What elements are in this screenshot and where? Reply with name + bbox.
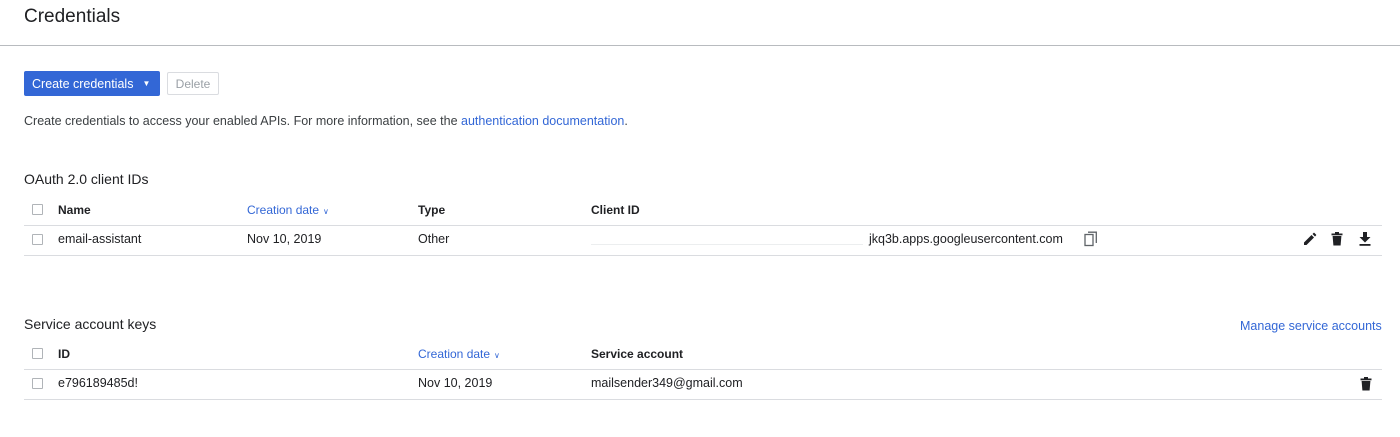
service-header-creation-date-label: Creation date	[418, 347, 491, 361]
create-credentials-label: Create credentials	[32, 76, 134, 91]
oauth-select-all-checkbox[interactable]	[32, 204, 43, 215]
oauth-row-divider	[24, 255, 1382, 256]
info-text: Create credentials to access your enable…	[24, 114, 628, 128]
service-header-account[interactable]: Service account	[591, 347, 683, 361]
oauth-section-title: OAuth 2.0 client IDs	[24, 171, 149, 187]
caret-down-icon: ▼	[142, 79, 151, 88]
service-header-id[interactable]: ID	[58, 347, 70, 361]
service-section-title: Service account keys	[24, 316, 157, 332]
oauth-client-id: jkq3b.apps.googleusercontent.com	[869, 232, 1063, 246]
table-row[interactable]: email-assistant Nov 10, 2019 Other jkq3b…	[24, 226, 1382, 255]
delete-button[interactable]: Delete	[167, 72, 219, 95]
info-message: Create credentials to access your enable…	[24, 114, 462, 128]
oauth-header-name[interactable]: Name	[58, 203, 91, 217]
service-account-email: mailsender349@gmail.com	[591, 376, 743, 390]
oauth-header-creation-date-label: Creation date	[247, 203, 320, 217]
oauth-name[interactable]: email-assistant	[58, 232, 141, 246]
delete-icon[interactable]	[1360, 377, 1372, 391]
service-header-creation-date[interactable]: Creation date ∨	[418, 347, 500, 361]
redacted-client-id-prefix	[591, 244, 863, 245]
oauth-header-creation-date[interactable]: Creation date ∨	[247, 203, 329, 217]
row-checkbox[interactable]	[32, 234, 43, 245]
info-suffix: .	[624, 114, 628, 128]
edit-icon[interactable]	[1303, 232, 1317, 246]
service-creation-date: Nov 10, 2019	[418, 376, 493, 390]
page-title: Credentials	[24, 6, 121, 27]
manage-service-accounts-link[interactable]: Manage service accounts	[1240, 319, 1382, 333]
copy-icon[interactable]	[1084, 231, 1098, 247]
service-select-all-checkbox[interactable]	[32, 348, 43, 359]
header-divider	[0, 45, 1400, 46]
oauth-creation-date: Nov 10, 2019	[247, 232, 322, 246]
download-icon[interactable]	[1358, 232, 1372, 246]
service-row-divider	[24, 399, 1382, 400]
service-key-id: e796189485d!	[58, 376, 138, 390]
sort-arrow-icon: ∨	[323, 207, 329, 216]
create-credentials-button[interactable]: Create credentials ▼	[24, 71, 160, 96]
delete-icon[interactable]	[1331, 232, 1343, 246]
sort-arrow-icon: ∨	[494, 351, 500, 360]
oauth-header-client-id[interactable]: Client ID	[591, 203, 640, 217]
table-row[interactable]: e796189485d! Nov 10, 2019 mailsender349@…	[24, 370, 1382, 399]
row-checkbox[interactable]	[32, 378, 43, 389]
authentication-documentation-link[interactable]: authentication documentation	[461, 114, 624, 128]
oauth-header-type[interactable]: Type	[418, 203, 445, 217]
oauth-type: Other	[418, 232, 450, 246]
